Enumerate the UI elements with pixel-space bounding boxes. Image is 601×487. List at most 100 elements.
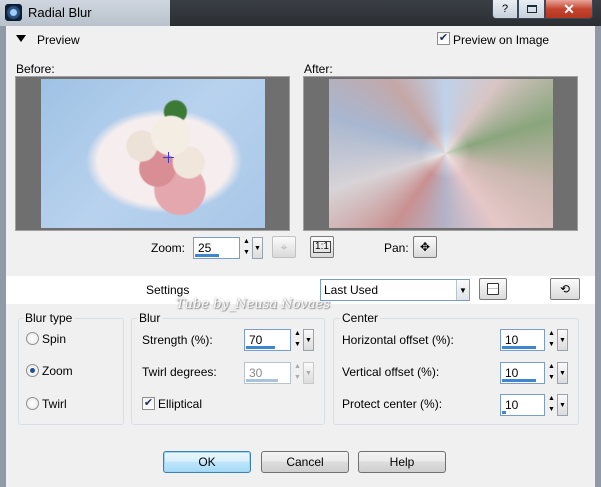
after-preview-pane[interactable] [303, 76, 578, 231]
before-preview-pane[interactable] [15, 76, 290, 231]
blur-title: Blur [137, 311, 163, 325]
checkmark-icon: ✔ [438, 32, 449, 44]
strength-level-bar [246, 346, 276, 349]
protect-center-spinbox[interactable]: 10 ▲ ▼ ▼ [500, 394, 568, 416]
blur-type-title: Blur type [23, 311, 75, 325]
preview-on-image-checkbox[interactable]: ✔ [437, 32, 450, 45]
strength-input[interactable]: 70 [244, 329, 291, 351]
zoom-radio[interactable] [26, 364, 39, 377]
help-button[interactable]: Help [358, 451, 446, 473]
zoom-spinbox[interactable]: 25 ▲ ▼ ▼ [193, 237, 263, 259]
after-preview-image[interactable] [329, 79, 553, 228]
fit-icon: ⌖ [280, 239, 288, 254]
zoom-radio-label[interactable]: Zoom [42, 364, 73, 378]
move-icon: ✥ [419, 240, 431, 254]
spin-down-icon[interactable]: ▼ [546, 405, 557, 416]
vertical-offset-spinbox[interactable]: 10 ▲ ▼ ▼ [500, 362, 568, 384]
vertical-offset-label: Vertical offset (%): [342, 365, 440, 379]
vertical-offset-value: 10 [505, 366, 519, 380]
preview-on-image-label[interactable]: Preview on Image [453, 33, 549, 47]
twirl-dropdown-button[interactable]: ▼ [303, 362, 314, 384]
close-button[interactable]: ✕ [545, 0, 593, 19]
app-icon [5, 4, 22, 21]
preset-value: Last Used [324, 283, 379, 297]
spin-down-icon[interactable]: ▼ [546, 340, 557, 351]
elliptical-label[interactable]: Elliptical [158, 397, 202, 411]
spin-down-icon[interactable]: ▼ [546, 373, 557, 384]
actual-size-icon: 1:1 [313, 241, 331, 253]
strength-value: 70 [249, 333, 263, 347]
twirl-degrees-input[interactable]: 30 [244, 362, 291, 384]
reset-icon: ⟲ [559, 282, 571, 296]
horizontal-level-bar [502, 346, 536, 349]
horizontal-offset-value: 10 [505, 333, 519, 347]
spin-up-icon[interactable]: ▲ [546, 394, 557, 405]
zoom-dropdown-button[interactable]: ▼ [252, 237, 263, 259]
protect-dropdown-button[interactable]: ▼ [557, 394, 568, 416]
reset-preset-button[interactable]: ⟲ [550, 278, 580, 300]
window-frame-right [595, 26, 601, 487]
maximize-icon [526, 5, 537, 13]
vertical-dropdown-button[interactable]: ▼ [557, 362, 568, 384]
preset-combo[interactable]: Last Used ▼ [320, 279, 470, 301]
save-icon [487, 283, 499, 295]
zoom-input[interactable]: 25 [193, 237, 240, 259]
strength-label: Strength (%): [142, 333, 213, 347]
vertical-level-bar [502, 379, 536, 382]
vertical-offset-input[interactable]: 10 [500, 362, 545, 384]
spin-up-icon[interactable]: ▲ [292, 362, 303, 373]
close-icon: ✕ [563, 0, 575, 17]
spin-up-icon[interactable]: ▲ [546, 362, 557, 373]
protect-level-bar [502, 411, 507, 414]
protect-center-input[interactable]: 10 [500, 394, 545, 416]
after-label: After: [304, 62, 333, 76]
horizontal-offset-label: Horizontal offset (%): [342, 333, 454, 347]
horizontal-offset-spinbox[interactable]: 10 ▲ ▼ ▼ [500, 329, 568, 351]
crosshair-icon [163, 152, 174, 163]
collapse-triangle-icon[interactable] [16, 35, 26, 42]
checkmark-icon: ✔ [143, 397, 154, 409]
title-help-button[interactable]: ? [492, 0, 518, 19]
elliptical-checkbox[interactable]: ✔ [142, 397, 155, 410]
spin-radio-label[interactable]: Spin [42, 332, 66, 346]
protect-center-label: Protect center (%): [342, 397, 443, 411]
zoom-level-bar [195, 254, 219, 257]
zoom-value: 25 [198, 241, 212, 255]
center-title: Center [340, 311, 381, 325]
maximize-button[interactable] [518, 0, 545, 19]
spin-up-icon[interactable]: ▲ [546, 329, 557, 340]
spin-down-icon[interactable]: ▼ [292, 340, 303, 351]
spin-up-icon[interactable]: ▲ [241, 237, 252, 248]
zoom-label: Zoom: [151, 241, 186, 255]
horizontal-offset-input[interactable]: 10 [500, 329, 545, 351]
preview-section-label: Preview [37, 33, 80, 47]
question-icon: ? [501, 3, 509, 15]
twirl-radio-label[interactable]: Twirl [42, 397, 67, 411]
protect-center-value: 10 [505, 398, 519, 412]
twirl-radio[interactable] [26, 397, 39, 410]
twirl-level-bar [246, 379, 278, 382]
pan-button[interactable]: ✥ [413, 236, 437, 258]
strength-dropdown-button[interactable]: ▼ [303, 329, 314, 351]
twirl-degrees-spinbox[interactable]: 30 ▲ ▼ ▼ [244, 362, 314, 384]
twirl-degrees-value: 30 [249, 366, 263, 380]
actual-size-button[interactable]: 1:1 [310, 236, 334, 258]
ok-button[interactable]: OK [163, 451, 251, 473]
before-preview-image[interactable] [41, 79, 265, 228]
zoom-to-fit-button[interactable]: ⌖ [272, 236, 296, 258]
chevron-down-icon[interactable]: ▼ [456, 280, 469, 300]
settings-label: Settings [146, 283, 190, 297]
before-label: Before: [16, 62, 55, 76]
twirl-degrees-label: Twirl degrees: [142, 365, 217, 379]
spin-down-icon[interactable]: ▼ [292, 373, 303, 384]
cancel-button[interactable]: Cancel [261, 451, 349, 473]
pan-label: Pan: [384, 241, 409, 255]
watermark: Tube by_Neusa Novaes [176, 297, 331, 312]
spin-down-icon[interactable]: ▼ [241, 248, 252, 259]
spin-up-icon[interactable]: ▲ [292, 329, 303, 340]
spin-radio[interactable] [26, 332, 39, 345]
strength-spinbox[interactable]: 70 ▲ ▼ ▼ [244, 329, 314, 351]
window-title: Radial Blur [28, 5, 92, 20]
save-preset-button[interactable] [479, 278, 507, 300]
horizontal-dropdown-button[interactable]: ▼ [557, 329, 568, 351]
